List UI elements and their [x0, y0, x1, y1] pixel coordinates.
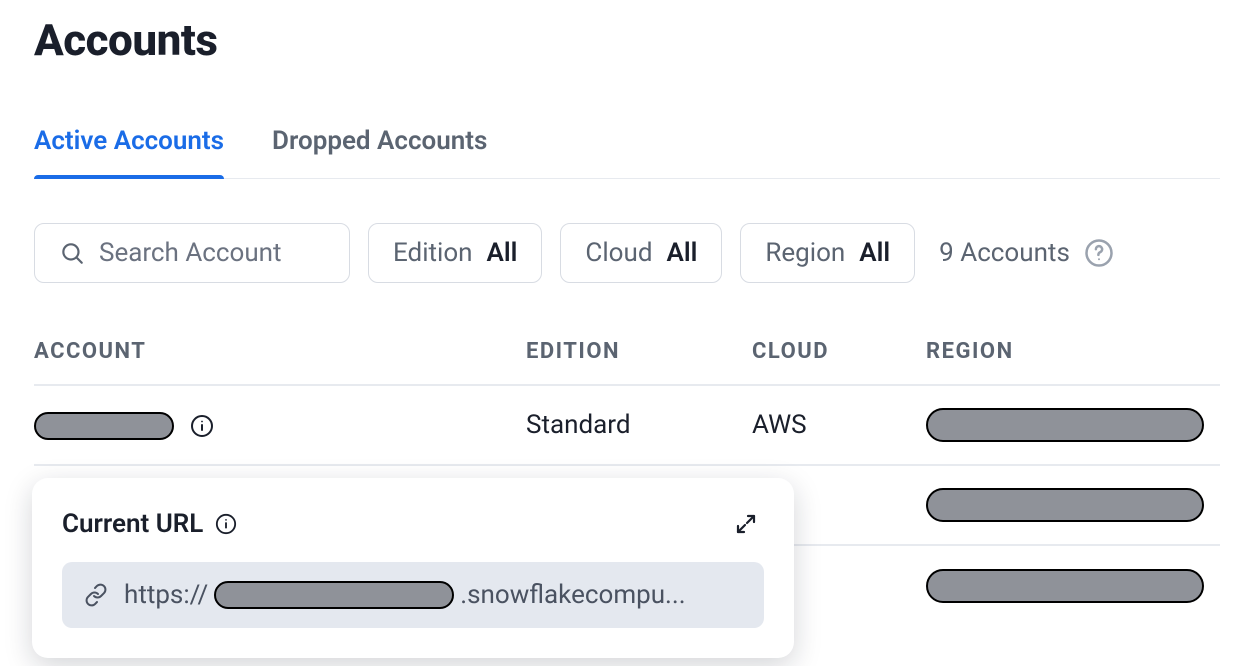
filters-row: Search Account Edition All Cloud All Reg… [34, 223, 1220, 283]
filter-region[interactable]: Region All [740, 223, 915, 283]
filter-edition[interactable]: Edition All [368, 223, 542, 283]
expand-icon [734, 512, 758, 536]
info-icon[interactable] [190, 414, 214, 438]
tab-dropped-accounts[interactable]: Dropped Accounts [272, 126, 487, 178]
filter-edition-value: All [487, 238, 518, 268]
col-account: ACCOUNT [34, 339, 526, 364]
redacted-region [926, 408, 1204, 442]
search-input[interactable]: Search Account [34, 223, 350, 283]
redacted-region [926, 488, 1204, 522]
link-icon [84, 583, 108, 607]
account-count: 9 Accounts [939, 238, 1114, 268]
tab-active-accounts[interactable]: Active Accounts [34, 126, 224, 178]
popover-title: Current URL [62, 509, 203, 539]
filter-region-label: Region [765, 238, 845, 268]
tabs: Active Accounts Dropped Accounts [34, 126, 1220, 179]
table-row[interactable]: Standard AWS [34, 386, 1220, 466]
col-edition: EDITION [526, 339, 752, 364]
page-title: Accounts [34, 14, 1220, 66]
url-popover: Current URL https:// .snowflakecompu... [32, 478, 794, 658]
url-suffix: .snowflakecompu... [460, 580, 685, 610]
info-icon[interactable] [215, 513, 237, 535]
filter-region-value: All [859, 238, 890, 268]
help-icon[interactable] [1084, 238, 1114, 268]
search-icon [59, 240, 85, 266]
col-cloud: CLOUD [752, 339, 926, 364]
table-header: ACCOUNT EDITION CLOUD REGION [34, 339, 1220, 386]
filter-cloud-value: All [667, 238, 698, 268]
url-prefix: https:// [124, 580, 208, 610]
col-region: REGION [926, 339, 1220, 364]
expand-button[interactable] [728, 506, 764, 542]
cell-cloud: AWS [752, 410, 926, 440]
redacted-url-part [214, 581, 454, 609]
redacted-account-name [34, 412, 174, 440]
filter-edition-label: Edition [393, 238, 473, 268]
search-placeholder: Search Account [99, 238, 282, 268]
account-count-text: 9 Accounts [939, 238, 1070, 268]
redacted-region [926, 569, 1204, 603]
cell-edition: Standard [526, 410, 752, 440]
filter-cloud[interactable]: Cloud All [560, 223, 722, 283]
filter-cloud-label: Cloud [585, 238, 652, 268]
url-box[interactable]: https:// .snowflakecompu... [62, 562, 764, 628]
